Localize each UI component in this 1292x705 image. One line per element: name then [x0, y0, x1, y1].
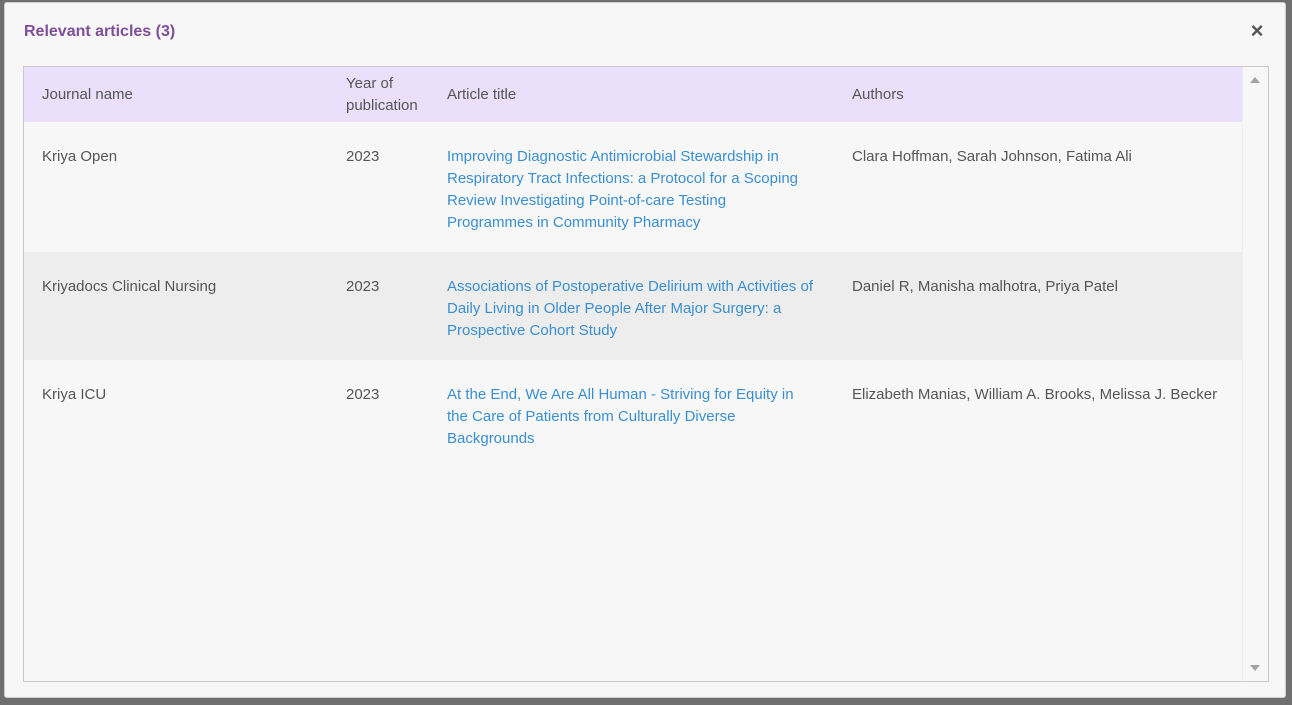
title-cell: Improving Diagnostic Antimicrobial Stewa… — [429, 122, 834, 252]
table-row: Kriya ICU 2023 At the End, We Are All Hu… — [24, 360, 1243, 468]
journal-cell: Kriya ICU — [42, 386, 107, 403]
scroll-up-arrow-icon[interactable] — [1250, 77, 1260, 83]
articles-table: Journal name Year of publication Article… — [24, 67, 1243, 468]
column-header-year: Year of publication — [328, 67, 429, 122]
table-header-row: Journal name Year of publication Article… — [24, 67, 1243, 122]
journal-cell: Kriyadocs Clinical Nursing — [42, 278, 217, 295]
authors-cell: Clara Hoffman, Sarah Johnson, Fatima Ali — [852, 148, 1132, 165]
column-header-title: Article title — [447, 85, 517, 103]
column-header-journal: Journal name — [42, 85, 133, 103]
column-header-year-line2: publication — [346, 96, 418, 114]
article-title-link[interactable]: Associations of Postoperative Delirium w… — [447, 278, 813, 339]
title-cell: Associations of Postoperative Delirium w… — [429, 252, 834, 360]
articles-table-container: Journal name Year of publication Article… — [23, 66, 1269, 682]
authors-cell: Daniel R, Manisha malhotra, Priya Patel — [852, 278, 1118, 295]
column-header-year-line1: Year of — [346, 74, 393, 92]
vertical-scrollbar[interactable] — [1242, 67, 1268, 681]
relevant-articles-dialog: Relevant articles (3) × Journal name Yea… — [4, 2, 1286, 698]
article-title-link[interactable]: Improving Diagnostic Antimicrobial Stewa… — [447, 148, 798, 231]
year-cell: 2023 — [346, 386, 380, 403]
column-header-authors: Authors — [852, 85, 904, 103]
close-icon[interactable]: × — [1246, 20, 1268, 42]
table-row: Kriyadocs Clinical Nursing 2023 Associat… — [24, 252, 1243, 360]
dialog-title: Relevant articles (3) — [24, 23, 176, 40]
scroll-down-arrow-icon[interactable] — [1250, 665, 1260, 671]
authors-cell: Elizabeth Manias, William A. Brooks, Mel… — [852, 386, 1218, 403]
journal-cell: Kriya Open — [42, 148, 118, 165]
year-cell: 2023 — [346, 278, 380, 295]
table-row: Kriya Open 2023 Improving Diagnostic Ant… — [24, 122, 1243, 252]
articles-table-scroll-area[interactable]: Journal name Year of publication Article… — [24, 67, 1243, 681]
article-title-link[interactable]: At the End, We Are All Human - Striving … — [447, 386, 794, 447]
year-cell: 2023 — [346, 148, 380, 165]
title-cell: At the End, We Are All Human - Striving … — [429, 360, 834, 468]
